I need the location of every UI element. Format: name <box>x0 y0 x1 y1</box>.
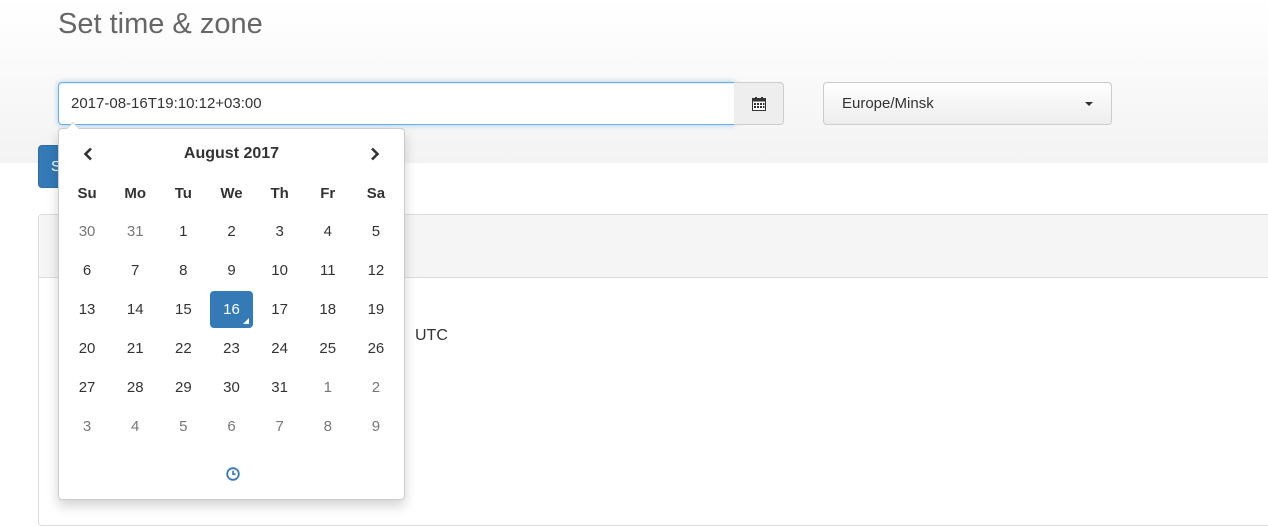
weekday-label: Th <box>270 184 289 202</box>
calendar-toggle-button[interactable] <box>734 82 784 125</box>
weekday-label: Su <box>77 184 97 202</box>
day-cell[interactable]: 31 <box>259 369 301 406</box>
timezone-select[interactable]: Europe/Minsk <box>823 82 1112 125</box>
utc-text: UTC <box>415 327 448 344</box>
day-cell[interactable]: 10 <box>259 252 301 289</box>
prev-month-button[interactable] <box>63 137 113 171</box>
day-cell[interactable]: 11 <box>307 252 349 289</box>
day-cell[interactable]: 18 <box>307 291 349 328</box>
weekday-label: Sa <box>366 184 386 202</box>
day-cell[interactable]: 17 <box>259 291 301 328</box>
datepicker-header: August 2017 <box>63 137 400 171</box>
day-cell[interactable]: 30 <box>210 369 252 406</box>
day-cell[interactable]: 31 <box>114 213 156 250</box>
day-cell[interactable]: 9 <box>210 252 252 289</box>
day-cell[interactable]: 27 <box>66 369 108 406</box>
day-cell[interactable]: 25 <box>307 330 349 367</box>
day-cell[interactable]: 6 <box>210 408 252 445</box>
day-cell[interactable]: 14 <box>114 291 156 328</box>
chevron-right-icon <box>371 147 380 161</box>
day-cell[interactable]: 3 <box>66 408 108 445</box>
day-cell[interactable]: 1 <box>307 369 349 406</box>
day-cell[interactable]: 22 <box>162 330 204 367</box>
calendar-icon <box>751 96 766 111</box>
next-month-button[interactable] <box>350 137 400 171</box>
day-cell[interactable]: 5 <box>162 408 204 445</box>
weekday-label: Mo <box>124 184 147 202</box>
day-cell[interactable]: 28 <box>114 369 156 406</box>
day-cell[interactable]: 8 <box>162 252 204 289</box>
day-cell[interactable]: 5 <box>355 213 397 250</box>
weekday-header-row: Su Mo Tu We Th Fr Sa <box>63 177 400 209</box>
day-cell[interactable]: 4 <box>114 408 156 445</box>
datetime-input[interactable] <box>58 82 735 125</box>
day-cell[interactable]: 12 <box>355 252 397 289</box>
day-cell[interactable]: 9 <box>355 408 397 445</box>
day-cell[interactable]: 23 <box>210 330 252 367</box>
month-switch[interactable]: August 2017 <box>113 145 350 163</box>
day-cell[interactable]: 26 <box>355 330 397 367</box>
caret-down-icon <box>1085 101 1093 106</box>
day-cell[interactable]: 19 <box>355 291 397 328</box>
timezone-selected-value: Europe/Minsk <box>842 95 934 112</box>
day-cell[interactable]: 29 <box>162 369 204 406</box>
day-cell[interactable]: 24 <box>259 330 301 367</box>
day-cell[interactable]: 20 <box>66 330 108 367</box>
page-title: Set time & zone <box>58 8 263 40</box>
time-picker-toggle[interactable] <box>209 459 257 489</box>
weekday-label: Tu <box>174 184 192 202</box>
weekday-label: Fr <box>320 184 336 202</box>
day-cell[interactable]: 7 <box>259 408 301 445</box>
day-cell[interactable]: 2 <box>355 369 397 406</box>
day-cell[interactable]: 6 <box>66 252 108 289</box>
day-cell[interactable]: 15 <box>162 291 204 328</box>
datepicker-dropdown: August 2017 Su Mo Tu We Th Fr Sa 30 31 1 2 3… <box>58 122 405 500</box>
day-grid: 30 31 1 2 3 4 5 6 7 8 9 10 11 12 13 14 15 16 17 18 19 20 21 22 2… <box>63 212 400 446</box>
day-cell[interactable]: 21 <box>114 330 156 367</box>
chevron-left-icon <box>83 147 92 161</box>
day-cell[interactable]: 2 <box>210 213 252 250</box>
day-cell[interactable]: 4 <box>307 213 349 250</box>
day-cell[interactable]: 1 <box>162 213 204 250</box>
day-cell[interactable]: 30 <box>66 213 108 250</box>
day-cell[interactable]: 13 <box>66 291 108 328</box>
day-cell[interactable]: 3 <box>259 213 301 250</box>
day-cell[interactable]: 8 <box>307 408 349 445</box>
day-cell[interactable]: 7 <box>114 252 156 289</box>
day-cell-selected[interactable]: 16 <box>210 291 253 328</box>
clock-icon <box>226 467 240 481</box>
weekday-label: We <box>220 184 243 202</box>
